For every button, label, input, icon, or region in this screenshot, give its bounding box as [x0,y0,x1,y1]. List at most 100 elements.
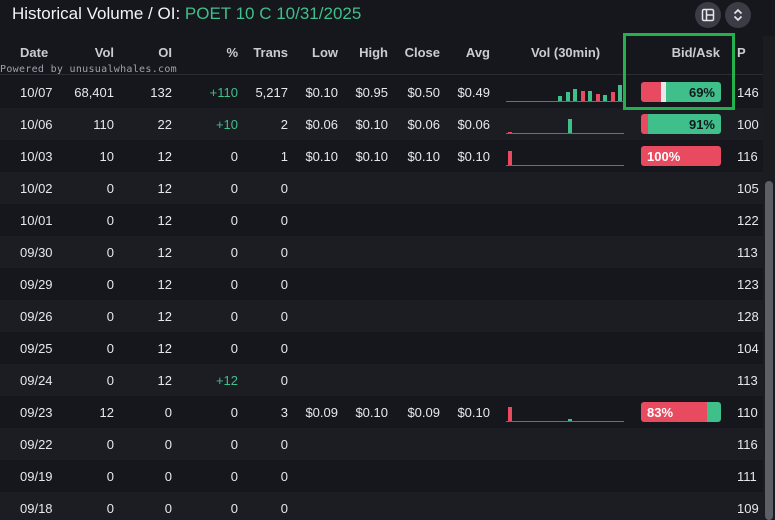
cell-date: 09/25 [20,341,53,356]
expand-collapse-button[interactable] [725,2,751,28]
cell-oi-change: 0 [230,181,238,196]
table-row[interactable]: 10/03 10 12 0 1 $0.10 $0.10 $0.10 $0.10 100% 116 [0,140,763,172]
sparkline-bar [580,91,585,101]
col-oi[interactable]: OI [120,45,172,60]
table-row[interactable]: 10/01 0 12 0 0 122 [0,204,763,236]
layout-button[interactable] [695,2,721,28]
cell-oi-change: 0 [230,405,238,420]
cell-date: 09/24 [20,373,53,388]
cell-oi: 12 [157,181,172,196]
cell-avg: $0.49 [457,85,490,100]
col-trans[interactable]: Trans [240,45,288,60]
cell-avg: $0.10 [457,405,490,420]
sparkline-bar [595,94,600,101]
cell-oi-change: 0 [230,341,238,356]
bid-ask-label: 91% [688,117,715,132]
cell-vol: 0 [106,341,114,356]
cell-oi-change: +10 [215,117,238,132]
panel-title: Historical Volume / OI: POET 10 C 10/31/… [12,4,361,24]
cell-oi-change: 0 [230,501,238,516]
table-row[interactable]: 09/22 0 0 0 0 116 [0,428,763,460]
cell-extra: 110 [737,405,758,420]
sparkline-bar [568,419,572,421]
cell-vol: 0 [106,245,114,260]
cell-avg: $0.06 [457,117,490,132]
cell-date: 09/18 [20,501,53,516]
cell-oi: 0 [164,437,172,452]
cell-oi: 12 [157,277,172,292]
cell-oi-change: +110 [209,85,238,100]
layout-icon [701,8,715,22]
cell-close: $0.09 [407,405,440,420]
sparkline-bar [568,119,572,133]
cell-oi: 0 [164,501,172,516]
cell-date: 09/22 [20,437,53,452]
cell-high: $0.10 [355,117,388,132]
cell-low: $0.10 [305,149,338,164]
scrollbar[interactable] [763,36,775,520]
cell-extra: 128 [737,309,759,324]
cell-oi: 12 [157,341,172,356]
col-close[interactable]: Close [390,45,440,60]
sparkline-bar [508,151,512,165]
sparkline-bar [588,91,592,101]
table-row[interactable]: 09/23 12 0 0 3 $0.09 $0.10 $0.09 $0.10 83% 110 [0,396,763,428]
cell-oi: 12 [157,149,172,164]
expand-collapse-icon [733,8,743,22]
cell-vol: 0 [106,213,114,228]
sparkline-bar [603,95,607,101]
cell-trans: 5,217 [255,85,288,100]
cell-extra: 146 [737,85,759,100]
cell-trans: 0 [280,309,288,324]
title-prefix: Historical Volume / OI: [12,4,185,23]
cell-trans: 0 [280,469,288,484]
cell-date: 10/07 [20,85,53,100]
cell-trans: 0 [280,213,288,228]
col-extra[interactable]: P [737,45,746,60]
cell-vol: 10 [99,149,114,164]
cell-vol: 0 [106,373,114,388]
table-row[interactable]: 09/19 0 0 0 0 111 [0,460,763,492]
cell-low: $0.09 [305,405,338,420]
col-high[interactable]: High [340,45,388,60]
table-row[interactable]: 09/26 0 12 0 0 128 [0,300,763,332]
table-row[interactable]: 09/25 0 12 0 0 104 [0,332,763,364]
table-row[interactable]: 10/02 0 12 0 0 105 [0,172,763,204]
cell-extra: 122 [737,213,759,228]
cell-extra: 113 [737,373,758,388]
cell-extra: 109 [737,501,759,516]
col-vol-30min[interactable]: Vol (30min) [531,45,600,60]
table-row[interactable]: 10/06 110 22 +10 2 $0.06 $0.10 $0.06 $0.06 91% 100 [0,108,763,140]
cell-oi-change: 0 [230,277,238,292]
col-date[interactable]: Date [20,45,48,60]
cell-trans: 0 [280,341,288,356]
cell-date: 09/26 [20,309,53,324]
sparkline-bar [618,85,622,101]
cell-close: $0.50 [407,85,440,100]
cell-high: $0.10 [355,149,388,164]
cell-vol: 0 [106,469,114,484]
cell-trans: 2 [280,117,288,132]
cell-date: 09/29 [20,277,53,292]
cell-trans: 0 [280,181,288,196]
cell-oi: 0 [164,405,172,420]
cell-high: $0.95 [355,85,388,100]
table-row[interactable]: 09/18 0 0 0 0 109 [0,492,763,520]
sparkline-bar [508,132,512,133]
cell-oi: 0 [164,469,172,484]
cell-oi-change: 0 [230,309,238,324]
scroll-thumb[interactable] [765,181,773,520]
contract-name: POET 10 C 10/31/2025 [184,4,362,23]
col-low[interactable]: Low [290,45,338,60]
cell-low: $0.10 [305,85,338,100]
cell-extra: 113 [737,245,758,260]
col-vol[interactable]: Vol [60,45,114,60]
col-oi-change[interactable]: % [200,45,238,60]
cell-trans: 0 [280,501,288,516]
cell-oi: 12 [157,245,172,260]
table-row[interactable]: 09/24 0 12 +12 0 113 [0,364,763,396]
table-row[interactable]: 09/29 0 12 0 0 123 [0,268,763,300]
col-avg[interactable]: Avg [440,45,490,60]
cell-date: 09/23 [20,405,53,420]
table-row[interactable]: 09/30 0 12 0 0 113 [0,236,763,268]
